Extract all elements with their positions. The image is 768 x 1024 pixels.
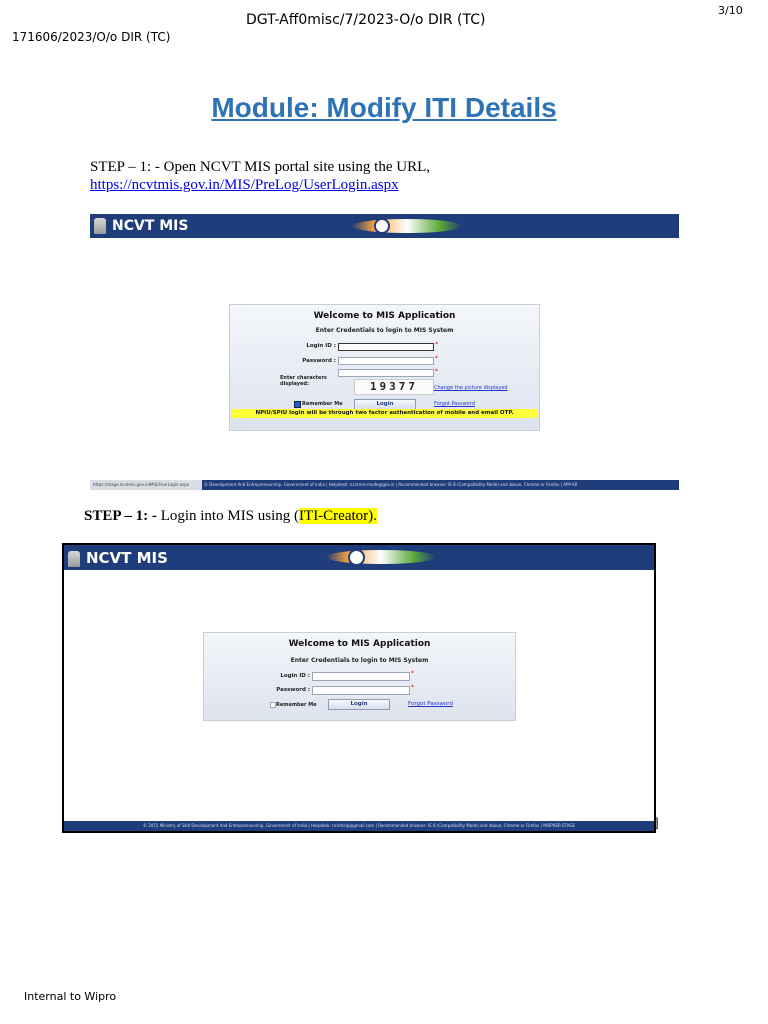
- login-id-input[interactable]: [312, 672, 410, 681]
- doc-reference-side: 171606/2023/O/o DIR (TC): [12, 30, 171, 44]
- step-2-instruction: STEP – 1: - Login into MIS using (ITI-Cr…: [84, 508, 377, 525]
- login-screenshot-2: NCVT MIS Welcome to MIS Application Ente…: [62, 543, 656, 833]
- required-marker: *: [411, 684, 414, 691]
- ncvt-url-link[interactable]: https://ncvtmis.gov.in/MIS/PreLog/UserLo…: [90, 177, 399, 194]
- forgot-password-link[interactable]: Forgot Password: [434, 401, 475, 407]
- remember-me-label: Remember Me: [276, 702, 317, 708]
- doc-reference-top: DGT-Aff0misc/7/2023-O/o DIR (TC): [246, 12, 486, 28]
- step-1-instruction: STEP – 1: - Open NCVT MIS portal site us…: [90, 159, 430, 175]
- credentials-subtitle: Enter Credentials to login to MIS System: [290, 657, 429, 664]
- login-button[interactable]: Login: [328, 699, 390, 710]
- captcha-image: 19377: [354, 379, 434, 395]
- required-marker: *: [435, 368, 438, 375]
- status-url: https://stage.ncvtmis.gov.in/MIS/UserLog…: [90, 480, 202, 490]
- step-2-text: Login into MIS using (: [160, 508, 300, 524]
- ncvt-banner: NCVT MIS: [90, 214, 679, 238]
- two-factor-notice: NPIU/SPIU login will be through two fact…: [232, 409, 537, 418]
- login-id-input[interactable]: [338, 343, 434, 351]
- classification-footer: Internal to Wipro: [24, 990, 117, 1003]
- login-panel-1: Welcome to MIS Application Enter Credent…: [229, 304, 540, 431]
- required-marker: *: [435, 355, 438, 362]
- credentials-subtitle: Enter Credentials to login to MIS System: [315, 327, 454, 334]
- remember-me-checkbox[interactable]: [294, 401, 301, 408]
- page-title: Module: Modify ITI Details: [211, 92, 557, 123]
- ncvt-logo: NCVT MIS: [68, 549, 168, 567]
- captcha-label: Enter characters displayed:: [280, 375, 327, 387]
- chakra-icon: [374, 218, 390, 234]
- required-marker: *: [411, 670, 414, 677]
- iti-creator-highlight: ITI-Creator).: [299, 508, 377, 524]
- footer-text-2: © 2015 Ministry of Skill Development And…: [142, 823, 576, 828]
- password-label: Password :: [302, 358, 336, 364]
- ncvt-banner: NCVT MIS: [64, 545, 654, 570]
- emblem-icon: [94, 218, 106, 234]
- page-number: 3/10: [718, 4, 743, 17]
- change-picture-link[interactable]: Change the picture displayed: [434, 385, 508, 391]
- password-label: Password :: [276, 687, 310, 693]
- welcome-heading: Welcome to MIS Application: [313, 311, 456, 321]
- login-screenshot-1: NCVT MIS Welcome to MIS Application Ente…: [90, 214, 679, 490]
- ncvt-logo: NCVT MIS: [94, 218, 188, 234]
- ncvt-brand-text: NCVT MIS: [86, 549, 168, 567]
- forgot-password-link[interactable]: Forgot Password: [408, 701, 453, 707]
- step-2-prefix: STEP – 1: -: [84, 508, 161, 524]
- flag-ribbon-icon: [352, 219, 462, 233]
- status-footer-1: https://stage.ncvtmis.gov.in/MIS/UserLog…: [90, 480, 679, 490]
- status-footer-2: © 2015 Ministry of Skill Development And…: [64, 821, 654, 831]
- login-id-label: Login ID :: [280, 673, 310, 679]
- welcome-heading: Welcome to MIS Application: [288, 639, 431, 649]
- chakra-icon: [348, 549, 365, 566]
- password-input[interactable]: [338, 357, 434, 365]
- captcha-input[interactable]: [338, 369, 434, 377]
- emblem-icon: [68, 550, 80, 567]
- password-input[interactable]: [312, 686, 410, 695]
- login-panel-2: Welcome to MIS Application Enter Credent…: [203, 632, 516, 721]
- ncvt-brand-text: NCVT MIS: [112, 218, 189, 234]
- remember-me-label: Remember Me: [302, 401, 343, 407]
- closing-bracket: ]: [654, 816, 659, 831]
- flag-ribbon-icon: [326, 550, 436, 564]
- login-id-label: Login ID :: [306, 343, 336, 349]
- required-marker: *: [435, 341, 438, 348]
- footer-text-1: © Development And Entrepreneurship, Gove…: [204, 482, 578, 487]
